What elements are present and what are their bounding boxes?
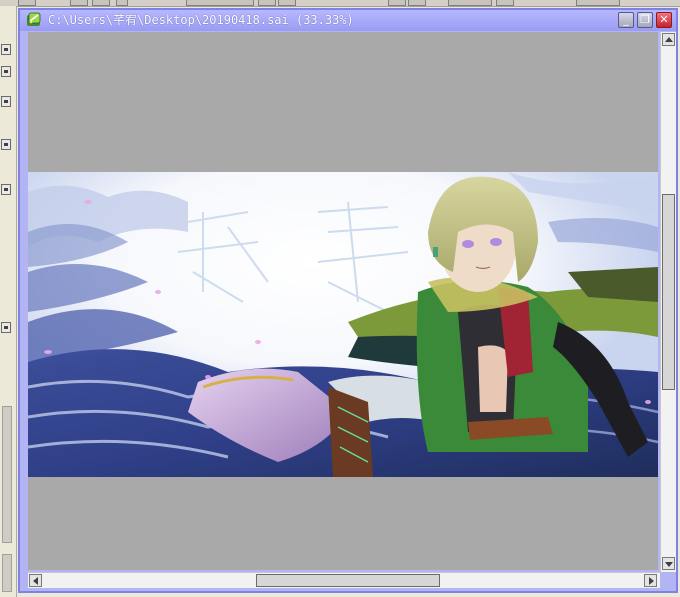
panel-toggle-button[interactable] bbox=[1, 322, 11, 333]
toolbar-button[interactable] bbox=[496, 0, 514, 6]
restore-icon: ❐ bbox=[640, 13, 650, 26]
toolbar-button[interactable] bbox=[70, 0, 88, 6]
panel-toggle-button[interactable] bbox=[1, 44, 11, 55]
restore-button[interactable]: ❐ bbox=[637, 12, 653, 28]
artwork-image[interactable] bbox=[28, 172, 658, 477]
main-toolbar bbox=[0, 0, 680, 7]
document-window: C:\Users\芊宥\Desktop\20190418.sai (33.33%… bbox=[18, 8, 678, 593]
scroll-right-button[interactable] bbox=[644, 574, 657, 587]
toolbar-button[interactable] bbox=[92, 0, 110, 6]
vertical-scrollbar[interactable] bbox=[660, 32, 676, 572]
panel-scroll-track[interactable] bbox=[2, 554, 12, 592]
panel-toggle-button[interactable] bbox=[1, 184, 11, 195]
panel-toggle-button[interactable] bbox=[1, 66, 11, 77]
horizontal-scroll-thumb[interactable] bbox=[256, 574, 440, 587]
toolbar-dropdown[interactable] bbox=[576, 0, 620, 6]
vertical-scroll-thumb[interactable] bbox=[662, 194, 675, 390]
toolbar-button[interactable] bbox=[258, 0, 276, 6]
close-button[interactable]: ✕ bbox=[656, 12, 672, 28]
scroll-down-button[interactable] bbox=[662, 557, 675, 570]
toolbar-dropdown[interactable] bbox=[448, 0, 492, 6]
toolbar-button[interactable] bbox=[388, 0, 406, 6]
toolbar-checkbox[interactable] bbox=[116, 0, 128, 6]
horizontal-scrollbar[interactable] bbox=[28, 572, 660, 588]
title-bar[interactable]: C:\Users\芊宥\Desktop\20190418.sai (33.33%… bbox=[20, 10, 676, 31]
scroll-up-button[interactable] bbox=[662, 33, 675, 46]
window-title: C:\Users\芊宥\Desktop\20190418.sai (33.33%… bbox=[48, 13, 354, 27]
left-tool-panel bbox=[0, 6, 17, 597]
artwork-illustration bbox=[28, 172, 658, 477]
toolbar-button[interactable] bbox=[18, 0, 36, 6]
minimize-button[interactable]: _ bbox=[618, 12, 634, 28]
panel-scroll-track[interactable] bbox=[2, 406, 12, 543]
toolbar-dropdown[interactable] bbox=[186, 0, 254, 6]
panel-toggle-button[interactable] bbox=[1, 96, 11, 107]
panel-toggle-button[interactable] bbox=[1, 139, 11, 150]
minimize-icon: _ bbox=[623, 13, 629, 26]
close-icon: ✕ bbox=[659, 13, 669, 26]
sai-app-icon bbox=[27, 12, 41, 26]
canvas-viewport[interactable] bbox=[28, 32, 658, 570]
toolbar-button[interactable] bbox=[408, 0, 426, 6]
toolbar-button[interactable] bbox=[278, 0, 296, 6]
scroll-left-button[interactable] bbox=[29, 574, 42, 587]
